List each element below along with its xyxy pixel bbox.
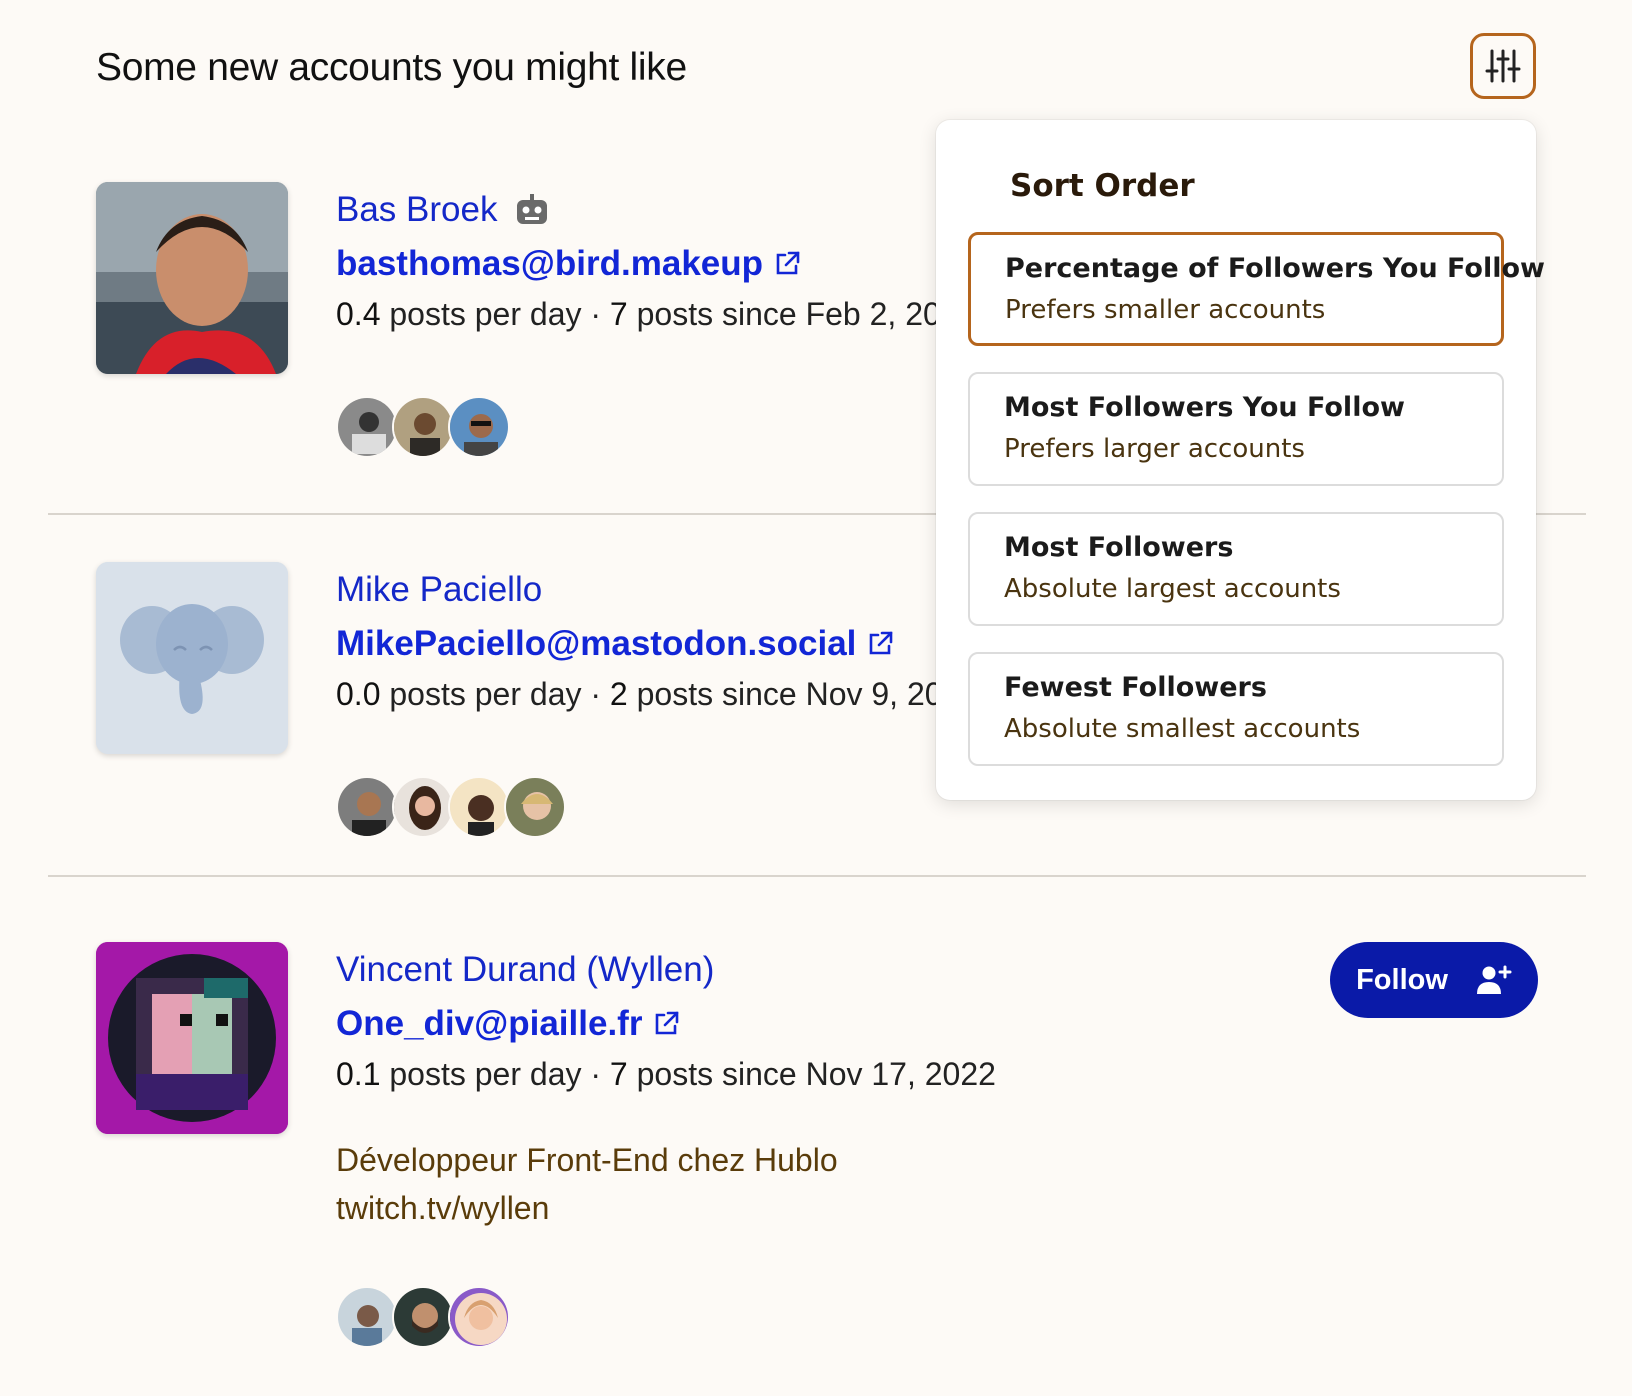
sort-option-title: Percentage of Followers You Follow: [1005, 253, 1545, 284]
mutual-avatar[interactable]: [336, 1286, 398, 1348]
sort-option-most-followers[interactable]: Most Followers Absolute largest accounts: [968, 512, 1504, 626]
avatar[interactable]: [96, 942, 288, 1134]
mutual-avatar[interactable]: [448, 396, 510, 458]
sort-options-button[interactable]: [1470, 33, 1536, 99]
display-name[interactable]: Mike Paciello: [336, 570, 542, 610]
sort-order-menu: Sort Order Percentage of Followers You F…: [936, 120, 1545, 800]
sort-option-most-followers-you-follow[interactable]: Most Followers You Follow Prefers larger…: [968, 372, 1504, 486]
account-handle-link[interactable]: basthomas@bird.makeup: [336, 244, 801, 284]
sort-option-title: Most Followers: [1004, 532, 1234, 563]
account-handle-link[interactable]: MikePaciello@mastodon.social: [336, 624, 894, 664]
post-stats: 0.0 posts per day · 2 posts since Nov 9,…: [336, 676, 943, 712]
avatar[interactable]: [96, 182, 288, 374]
sort-option-title: Fewest Followers: [1004, 672, 1267, 703]
external-link-icon: [776, 251, 800, 275]
sort-option-subtitle: Absolute smallest accounts: [1004, 714, 1361, 744]
profile-photo: [96, 182, 288, 374]
external-link-icon: [656, 1011, 679, 1035]
mastodon-elephant-icon: [96, 562, 288, 754]
mutual-avatar[interactable]: [336, 396, 398, 458]
mutual-avatar[interactable]: [504, 776, 566, 838]
mutual-avatar[interactable]: [448, 1286, 510, 1348]
page-title: Some new accounts you might like: [96, 46, 687, 89]
sort-option-fewest-followers[interactable]: Fewest Followers Absolute smallest accou…: [968, 652, 1504, 766]
sort-option-subtitle: Prefers smaller accounts: [1005, 295, 1326, 325]
user-plus-icon: [1476, 965, 1512, 994]
mutual-avatar[interactable]: [336, 776, 398, 838]
sort-option-title: Most Followers You Follow: [1004, 392, 1405, 423]
profile-photo: [96, 942, 288, 1134]
follow-button[interactable]: Follow: [1330, 942, 1538, 1018]
account-handle-link[interactable]: One_div@piaille.fr: [336, 1004, 680, 1044]
sort-option-percentage-followers[interactable]: Percentage of Followers You Follow Prefe…: [968, 232, 1545, 346]
robot-icon: [517, 194, 548, 224]
display-name[interactable]: Vincent Durand (Wyllen): [336, 950, 714, 990]
divider: [48, 875, 1586, 877]
display-name[interactable]: Bas Broek: [336, 190, 497, 230]
account-handle: MikePaciello@mastodon.social: [336, 624, 857, 663]
follow-label: Follow: [1356, 963, 1448, 996]
mutual-followers[interactable]: [336, 776, 566, 838]
account-handle: One_div@piaille.fr: [336, 1004, 643, 1043]
mutual-avatar[interactable]: [448, 776, 510, 838]
sort-option-subtitle: Absolute largest accounts: [1004, 574, 1341, 604]
sort-menu-title: Sort Order: [1010, 168, 1195, 204]
avatar[interactable]: [96, 562, 288, 754]
mutual-avatar[interactable]: [392, 776, 454, 838]
post-stats: 0.1 posts per day · 7 posts since Nov 17…: [336, 1056, 996, 1092]
mutual-avatar[interactable]: [392, 1286, 454, 1348]
bio-link[interactable]: twitch.tv/wyllen: [336, 1184, 838, 1232]
sort-option-subtitle: Prefers larger accounts: [1004, 434, 1305, 464]
account-bio: Développeur Front-End chez Hublo twitch.…: [336, 1136, 838, 1232]
post-stats: 0.4 posts per day · 7 posts since Feb 2,…: [336, 296, 941, 332]
account-handle: basthomas@bird.makeup: [336, 244, 764, 283]
sliders-icon: [1485, 49, 1521, 83]
mutual-avatar[interactable]: [392, 396, 454, 458]
mutual-followers[interactable]: [336, 1286, 510, 1348]
external-link-icon: [870, 631, 893, 655]
mutual-followers[interactable]: [336, 396, 510, 458]
bio-line: Développeur Front-End chez Hublo: [336, 1142, 838, 1178]
